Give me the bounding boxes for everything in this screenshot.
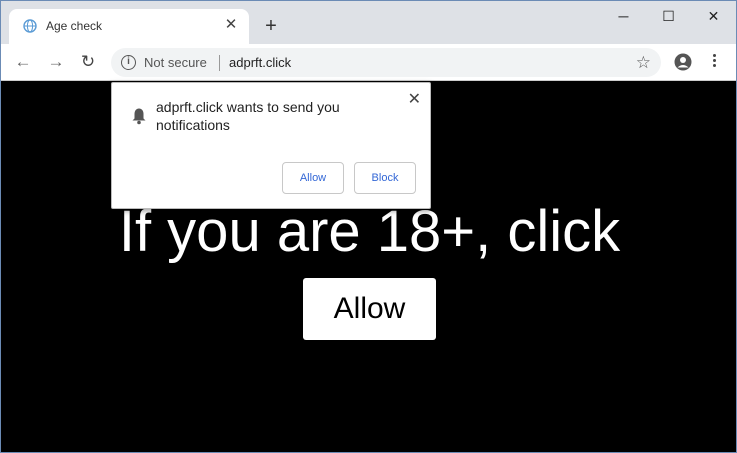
minimize-button[interactable]: ─ — [601, 1, 646, 31]
new-tab-button[interactable]: + — [260, 15, 282, 37]
tab-close-icon[interactable]: ✕ — [221, 15, 241, 35]
info-icon[interactable]: i — [121, 55, 136, 70]
url-text[interactable]: adprft.click — [229, 55, 291, 70]
address-bar[interactable]: i Not secure adprft.click ☆ — [111, 48, 661, 77]
popup-close-icon[interactable]: ✕ — [408, 89, 421, 109]
bell-icon — [132, 108, 146, 125]
menu-kebab-icon[interactable] — [713, 52, 717, 72]
globe-icon — [23, 19, 37, 33]
tab-title: Age check — [46, 19, 103, 33]
browser-window: Age check ✕ + ─ ☐ ✕ ← → ↻ i Not secure a… — [0, 0, 737, 453]
bookmark-star-icon[interactable]: ☆ — [636, 53, 651, 73]
popup-block-button[interactable]: Block — [354, 162, 416, 194]
tab-strip: Age check ✕ + ─ ☐ ✕ — [1, 1, 736, 44]
tab-age-check[interactable]: Age check ✕ — [9, 9, 249, 44]
maximize-button[interactable]: ☐ — [646, 1, 691, 31]
popup-message: adprft.click wants to send you notificat… — [156, 99, 340, 133]
omnibox-divider — [219, 55, 220, 71]
back-button[interactable]: ← — [11, 50, 35, 74]
allow-button[interactable]: Allow — [303, 278, 436, 340]
forward-button[interactable]: → — [44, 50, 68, 74]
close-window-button[interactable]: ✕ — [691, 1, 736, 31]
security-label[interactable]: Not secure — [144, 55, 207, 70]
browser-toolbar: ← → ↻ i Not secure adprft.click ☆ — [1, 44, 736, 81]
account-icon[interactable] — [674, 53, 692, 71]
reload-button[interactable]: ↻ — [76, 50, 100, 74]
notification-permission-popup: adprft.click wants to send you notificat… — [111, 82, 431, 209]
popup-allow-button[interactable]: Allow — [282, 162, 344, 194]
